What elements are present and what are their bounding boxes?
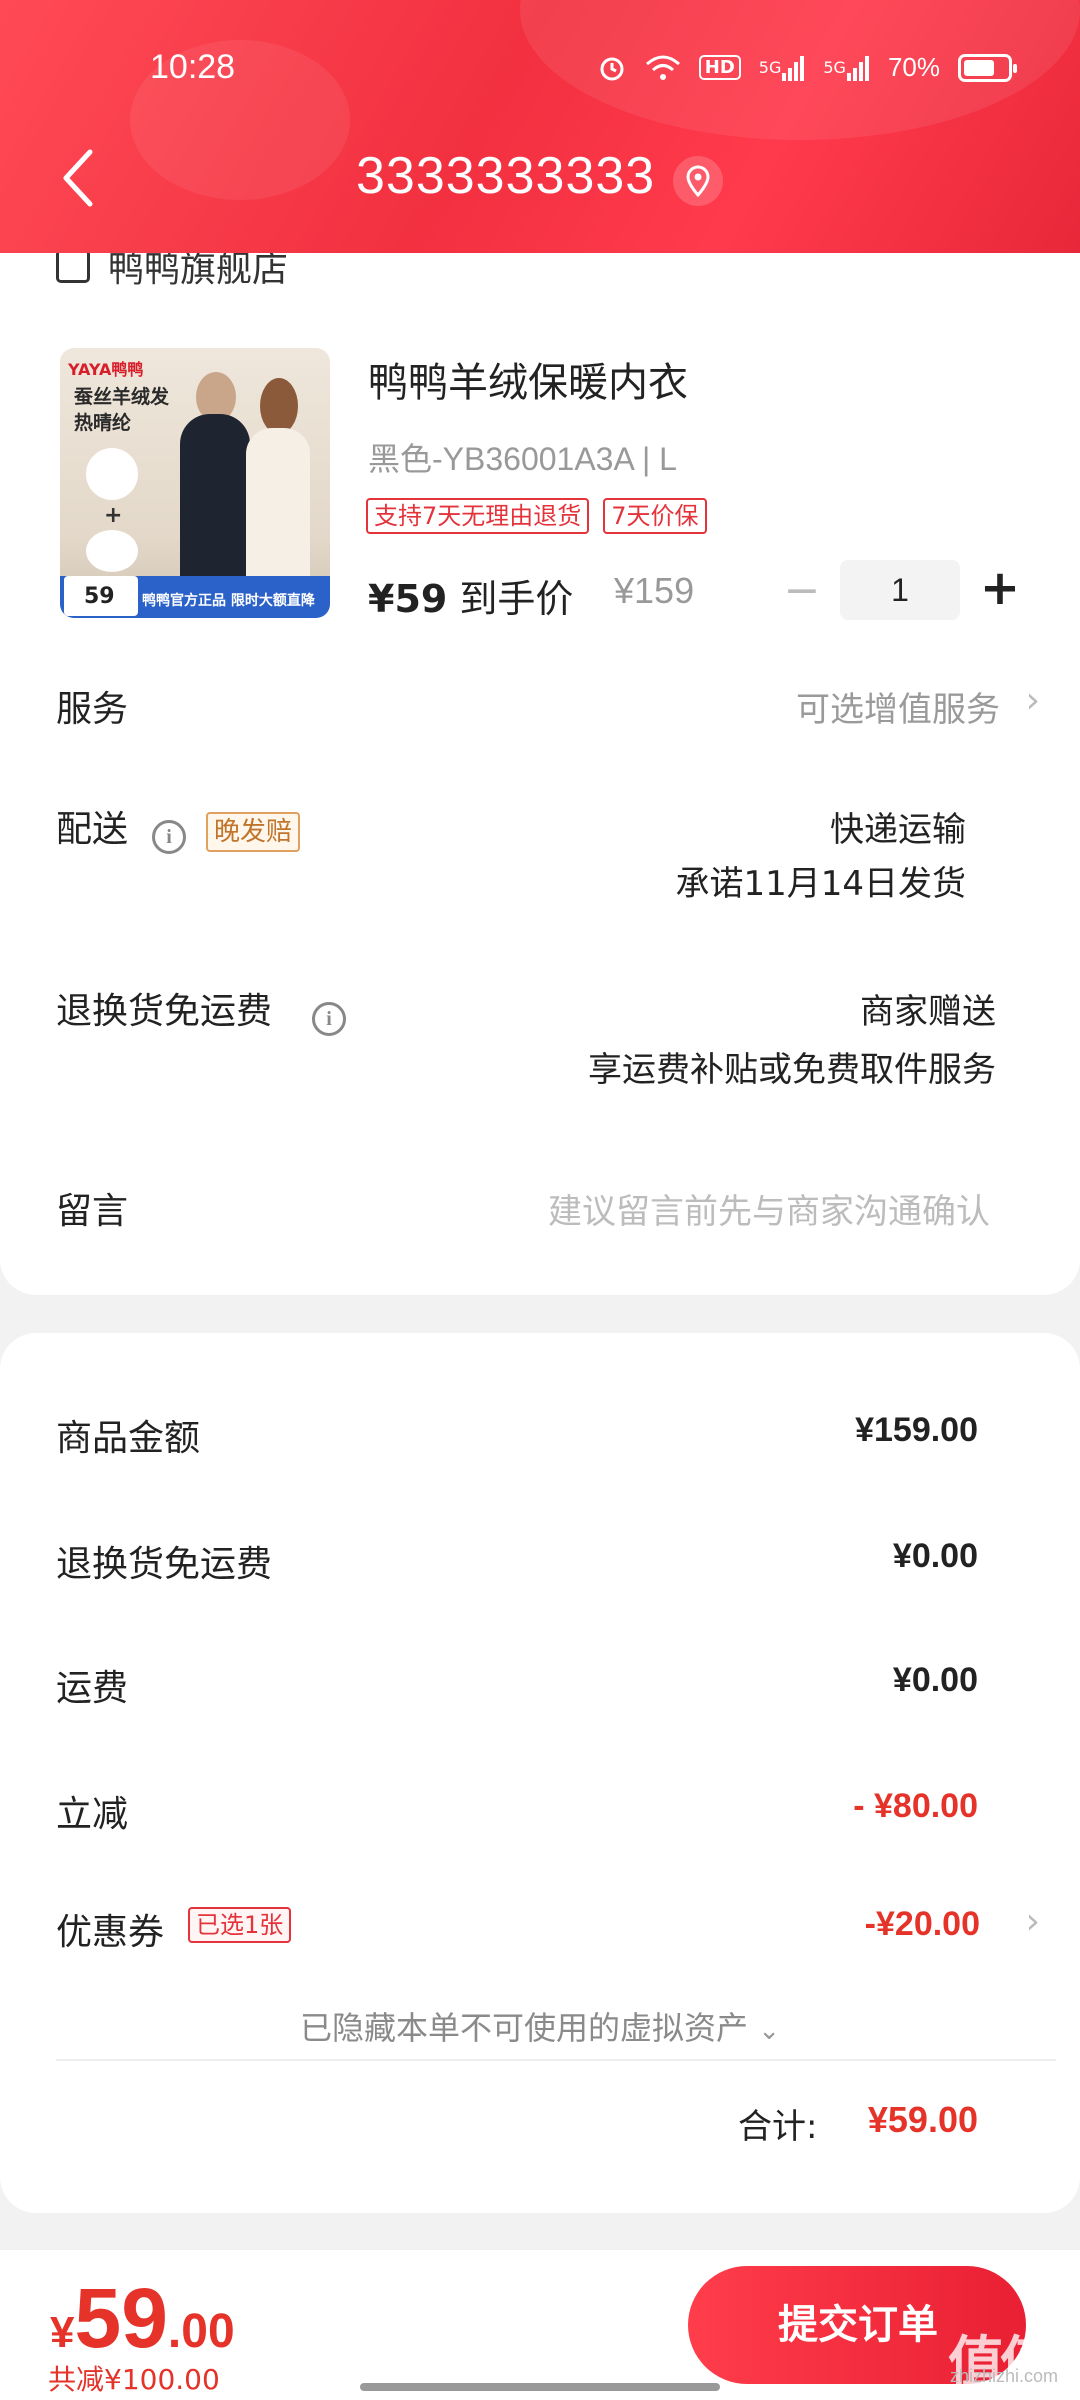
delivery-label: 配送 (56, 809, 129, 850)
pay-amount: ¥59.00 (50, 2271, 235, 2365)
return-shipping-desc: 享运费补贴或免费取件服务 (588, 1050, 996, 1090)
order-item-card: 鸭鸭旗舰店 YAYA鸭鸭 蚕丝羊绒发热晴纶 + 鸭鸭官方正品 限时大额直降 59… (0, 200, 1080, 1295)
model-man (180, 414, 250, 590)
return-shipping-value: 商家赠送 (860, 992, 996, 1032)
alarm-icon (597, 53, 627, 83)
goods-amount-label: 商品金额 (56, 1418, 201, 1459)
divider (56, 2059, 1056, 2061)
total-label: 合计: (738, 2107, 818, 2147)
header: 10:28 HD 5G 5G 70% 3333333333 (0, 0, 1080, 253)
battery-percent: 70% (887, 52, 940, 82)
hd-icon: HD (698, 55, 741, 80)
chevron-down-icon: ⌄ (758, 2016, 780, 2046)
home-indicator[interactable] (360, 2383, 720, 2391)
service-value[interactable]: 可选增值服务 (796, 682, 1000, 731)
product-image[interactable]: YAYA鸭鸭 蚕丝羊绒发热晴纶 + 鸭鸭官方正品 限时大额直降 59 (60, 348, 330, 618)
image-banner: 鸭鸭官方正品 限时大额直降 (142, 593, 315, 609)
image-brand: YAYA鸭鸭 (68, 360, 144, 379)
delivery-method: 快递运输 (830, 810, 966, 850)
model-woman (246, 428, 310, 590)
info-icon[interactable]: i (312, 1002, 346, 1036)
delivery-promise: 承诺11月14日发货 (675, 864, 966, 904)
cotton-illustration (86, 530, 138, 572)
return-shipping-label: 退换货免运费 (56, 991, 273, 1032)
product-tags: 支持7天无理由退货 7天价保 (366, 498, 707, 534)
chevron-right-icon[interactable]: › (1026, 1901, 1040, 1942)
total-value: ¥59.00 (867, 2099, 978, 2140)
late-compensation-tag: 晚发赔 (206, 812, 301, 852)
coupon-value[interactable]: -¥20.00 (865, 1905, 980, 1944)
coupon-selected-tag: 已选1张 (188, 1907, 292, 1943)
shipping-fee-label: 运费 (56, 1668, 129, 1709)
price-summary-card: 商品金额 ¥159.00 退换货免运费 ¥0.00 运费 ¥0.00 立减 - … (0, 1333, 1080, 2213)
product-spec[interactable]: 黑色-YB36001A3A | L (368, 434, 677, 480)
back-arrow-icon[interactable] (60, 148, 100, 208)
return-shipping-label: 退换货免运费 (56, 1544, 273, 1585)
checkout-bar: ¥59.00 共减¥100.00 提交订单 值值值 (0, 2250, 1080, 2400)
battery-icon (958, 53, 1017, 82)
instant-discount-value: - ¥80.00 (853, 1787, 978, 1825)
return-shipping-value: ¥0.00 (892, 1537, 978, 1575)
price-protect-tag: 7天价保 (603, 498, 707, 534)
original-price: ¥159 (614, 570, 695, 611)
chevron-right-icon[interactable]: › (1026, 680, 1040, 721)
image-price-badge: 59 (64, 576, 138, 616)
status-time: 10:28 (150, 48, 236, 86)
signal-icon: 5G (823, 55, 870, 81)
return-policy-tag: 支持7天无理由退货 (366, 498, 590, 534)
hidden-assets-note[interactable]: 已隐藏本单不可使用的虚拟资产 ⌄ (0, 2003, 1080, 2049)
instant-discount-label: 立减 (56, 1794, 129, 1835)
image-text: 蚕丝羊绒发热晴纶 (74, 386, 170, 434)
nav-bar: 3333333333 (0, 140, 1080, 220)
status-bar: 10:28 HD 5G 5G 70% (0, 48, 1080, 98)
watermark-text: zhizhizhi.com (950, 2366, 1059, 2386)
total-saved[interactable]: 共减¥100.00 (48, 2358, 220, 2398)
coupon-label: 优惠券 (56, 1912, 165, 1953)
address-title[interactable]: 3333333333 (356, 146, 655, 206)
info-icon[interactable]: i (152, 820, 186, 854)
store-icon (56, 249, 90, 283)
status-icons: HD 5G 5G 70% (597, 52, 1017, 83)
plus-glyph: + (104, 503, 123, 528)
service-label: 服务 (56, 689, 129, 730)
quantity-plus-button[interactable]: + (978, 562, 1022, 618)
final-price: ¥59 到手价 (368, 577, 574, 621)
wifi-icon (645, 54, 681, 82)
location-pin-icon[interactable] (673, 156, 723, 206)
product-title[interactable]: 鸭鸭羊绒保暖内衣 (368, 350, 688, 408)
message-label: 留言 (56, 1191, 129, 1232)
message-input[interactable]: 建议留言前先与商家沟通确认 (548, 1184, 990, 1233)
signal-icon: 5G (759, 55, 806, 81)
shipping-fee-value: ¥0.00 (892, 1661, 978, 1699)
watermark-logo: 值值值 (948, 2331, 1056, 2396)
sheep-illustration (86, 448, 138, 500)
model-woman-head (260, 378, 298, 434)
goods-amount-value: ¥159.00 (855, 1411, 978, 1449)
quantity-minus-button[interactable]: − (782, 568, 822, 618)
quantity-input[interactable]: 1 (840, 560, 960, 620)
